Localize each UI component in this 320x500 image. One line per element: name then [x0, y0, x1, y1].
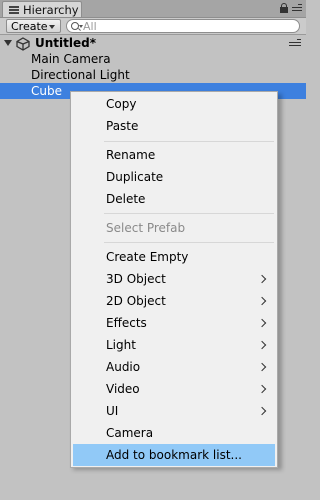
submenu-chevron-icon — [257, 296, 267, 306]
menu-item-label: Video — [106, 382, 140, 396]
menu-separator — [104, 141, 274, 142]
hierarchy-list-icon — [9, 6, 19, 14]
menu-item-label: Delete — [106, 192, 146, 206]
search-input[interactable] — [83, 20, 283, 32]
submenu-chevron-icon — [257, 318, 267, 328]
menu-item-label: UI — [106, 404, 119, 418]
menu-item-light[interactable]: Light — [73, 334, 275, 356]
menu-item-label: Rename — [106, 148, 156, 162]
menu-item-label: Select Prefab — [106, 221, 186, 235]
menu-item-2d-object[interactable]: 2D Object — [73, 290, 275, 312]
context-menu: Copy Paste Rename Duplicate Delete Selec… — [70, 91, 278, 468]
menu-item-effects[interactable]: Effects — [73, 312, 275, 334]
tab-title: Hierarchy — [23, 3, 79, 17]
menu-item-duplicate[interactable]: Duplicate — [73, 166, 275, 188]
create-button[interactable]: Create — [6, 19, 61, 33]
menu-item-video[interactable]: Video — [73, 378, 275, 400]
menu-item-label: Light — [106, 338, 136, 352]
hierarchy-tab[interactable]: Hierarchy — [2, 1, 82, 17]
search-icon[interactable] — [71, 22, 79, 30]
menu-item-label: Effects — [106, 316, 147, 330]
menu-item-label: Create Empty — [106, 250, 189, 264]
hierarchy-item-directional-light[interactable]: Directional Light — [0, 67, 306, 83]
lock-icon[interactable] — [280, 3, 288, 13]
hierarchy-item-label: Directional Light — [31, 68, 130, 82]
hierarchy-item-label: Main Camera — [31, 52, 111, 66]
menu-item-create-empty[interactable]: Create Empty — [73, 246, 275, 268]
menu-item-label: Camera — [106, 426, 154, 440]
scene-header[interactable]: Untitled* — [0, 35, 306, 52]
submenu-chevron-icon — [257, 384, 267, 394]
menu-item-select-prefab: Select Prefab — [73, 217, 275, 239]
menu-item-rename[interactable]: Rename — [73, 144, 275, 166]
window-tab-bar: Hierarchy — [0, 0, 306, 18]
hierarchy-toolbar: Create — [0, 18, 306, 35]
submenu-chevron-icon — [257, 274, 267, 284]
submenu-chevron-icon — [257, 406, 267, 416]
menu-item-label: Add to bookmark list... — [106, 448, 242, 462]
menu-separator — [104, 242, 274, 243]
menu-item-label: 2D Object — [106, 294, 166, 308]
menu-item-ui[interactable]: UI — [73, 400, 275, 422]
menu-item-add-to-bookmark[interactable]: Add to bookmark list... — [73, 444, 275, 466]
dropdown-arrow-icon — [49, 25, 55, 29]
menu-item-label: Audio — [106, 360, 141, 374]
hierarchy-item-main-camera[interactable]: Main Camera — [0, 51, 306, 67]
submenu-chevron-icon — [257, 340, 267, 350]
submenu-chevron-icon — [257, 362, 267, 372]
menu-item-camera[interactable]: Camera — [73, 422, 275, 444]
unity-scene-icon — [16, 37, 30, 51]
menu-item-copy[interactable]: Copy — [73, 93, 275, 115]
create-button-label: Create — [11, 20, 48, 33]
menu-item-label: Paste — [106, 119, 139, 133]
foldout-arrow-icon[interactable] — [4, 40, 12, 46]
menu-item-paste[interactable]: Paste — [73, 115, 275, 137]
scene-name: Untitled* — [35, 36, 96, 50]
menu-item-3d-object[interactable]: 3D Object — [73, 268, 275, 290]
menu-item-audio[interactable]: Audio — [73, 356, 275, 378]
hierarchy-item-label: Cube — [31, 84, 62, 98]
search-field[interactable] — [66, 19, 300, 33]
scene-menu-icon[interactable] — [289, 39, 301, 48]
menu-item-label: 3D Object — [106, 272, 166, 286]
menu-item-delete[interactable]: Delete — [73, 188, 275, 210]
menu-item-label: Copy — [106, 97, 137, 111]
tab-menu-icon[interactable] — [292, 4, 302, 13]
menu-separator — [104, 213, 274, 214]
menu-item-label: Duplicate — [106, 170, 164, 184]
